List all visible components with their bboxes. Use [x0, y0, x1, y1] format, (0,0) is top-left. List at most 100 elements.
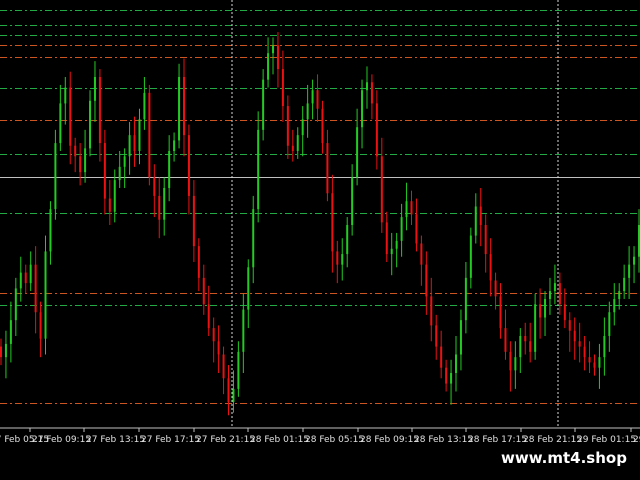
candle-body: [286, 106, 289, 146]
candle-body: [14, 288, 17, 321]
candle-body: [583, 346, 586, 358]
candle-body: [514, 357, 517, 371]
candle-body: [544, 299, 547, 318]
candle-body: [573, 330, 576, 342]
candle-body: [420, 243, 423, 265]
candle-body: [168, 151, 171, 188]
price-chart[interactable]: 27 Feb 05:1527 Feb 09:1527 Feb 13:1527 F…: [0, 0, 640, 480]
candle-body: [395, 240, 398, 249]
candle-body: [494, 280, 497, 297]
candle-body: [118, 166, 121, 181]
time-tick-label: 28 Feb 05:15: [305, 435, 364, 445]
candle-body: [237, 351, 240, 389]
candle-body: [296, 135, 299, 151]
candle-body: [435, 325, 438, 347]
candle-body: [242, 309, 245, 352]
candle-body: [49, 209, 52, 252]
candle-body: [29, 264, 32, 284]
candle-body: [153, 177, 156, 196]
candle-body: [593, 362, 596, 368]
candle-body: [548, 291, 551, 299]
candle-body: [197, 246, 200, 278]
time-tick-label: 27 Feb 17:15: [141, 435, 200, 445]
candle-body: [445, 367, 448, 384]
candle-body: [182, 77, 185, 136]
candle-body: [217, 341, 220, 355]
candle-body: [455, 354, 458, 373]
candle-body: [618, 291, 621, 299]
candle-body: [430, 296, 433, 326]
candle-body: [291, 145, 294, 151]
candle-body: [187, 135, 190, 196]
chart-background: [0, 0, 640, 480]
candle-body: [608, 312, 611, 336]
candle-body: [69, 87, 72, 146]
candle-body: [633, 256, 636, 265]
time-tick-label: 29: [633, 435, 640, 445]
candle-body: [93, 77, 96, 101]
candle-body: [553, 283, 556, 292]
candle-body: [356, 127, 359, 178]
candle-body: [138, 119, 141, 151]
candle-body: [0, 346, 2, 358]
time-tick-label: 28 Feb 09:15: [360, 435, 419, 445]
candle-body: [257, 129, 260, 210]
candle-body: [128, 135, 131, 157]
candle-body: [563, 304, 566, 321]
candle-body: [148, 92, 151, 178]
candle-body: [178, 77, 181, 141]
time-tick-label: 28 Feb 13:15: [414, 435, 473, 445]
candle-body: [390, 248, 393, 255]
candle-body: [440, 346, 443, 368]
candle-body: [163, 188, 166, 220]
candle-body: [529, 341, 532, 352]
candle-body: [474, 206, 477, 236]
candle-body: [247, 267, 250, 310]
time-tick-label: 27 Feb 13:15: [86, 435, 145, 445]
candle-body: [469, 235, 472, 278]
candle-body: [385, 222, 388, 255]
time-tick-label: 27 Feb 09:15: [32, 435, 91, 445]
candle-body: [628, 264, 631, 278]
candle-body: [19, 272, 22, 289]
candle-body: [558, 283, 561, 305]
candle-body: [425, 264, 428, 297]
candle-body: [34, 264, 37, 313]
candle-body: [9, 320, 12, 344]
time-tick-label: 28 Feb 01:15: [250, 435, 309, 445]
candle-body: [316, 90, 319, 109]
candle-body: [623, 277, 626, 292]
candle-body: [588, 357, 591, 363]
candle-body: [192, 195, 195, 247]
candle-body: [113, 180, 116, 212]
candle-body: [59, 103, 62, 144]
time-tick-label: 27 Feb 21:15: [196, 435, 255, 445]
candle-body: [158, 195, 161, 220]
candle-body: [108, 198, 111, 212]
candle-body: [89, 100, 92, 149]
candle-body: [227, 378, 230, 403]
candle-body: [450, 373, 453, 384]
candle-body: [173, 140, 176, 151]
candle-body: [603, 336, 606, 358]
candle-body: [276, 45, 279, 70]
candle-body: [539, 304, 542, 318]
candle-body: [346, 225, 349, 255]
candle-body: [568, 320, 571, 331]
candle-body: [306, 103, 309, 120]
candle-body: [98, 77, 101, 144]
candle-body: [331, 193, 334, 252]
candle-body: [232, 388, 235, 403]
candle-body: [39, 312, 42, 339]
watermark: www.mt4.shop: [496, 444, 632, 472]
candle-body: [479, 206, 482, 225]
candle-body: [499, 296, 502, 329]
candle-body: [123, 156, 126, 167]
candle-body: [281, 69, 284, 107]
candle-body: [64, 87, 67, 104]
candle-body: [267, 53, 270, 80]
candle-body: [202, 277, 205, 305]
candle-body: [578, 341, 581, 347]
candle-body: [326, 143, 329, 194]
candle-body: [459, 320, 462, 355]
